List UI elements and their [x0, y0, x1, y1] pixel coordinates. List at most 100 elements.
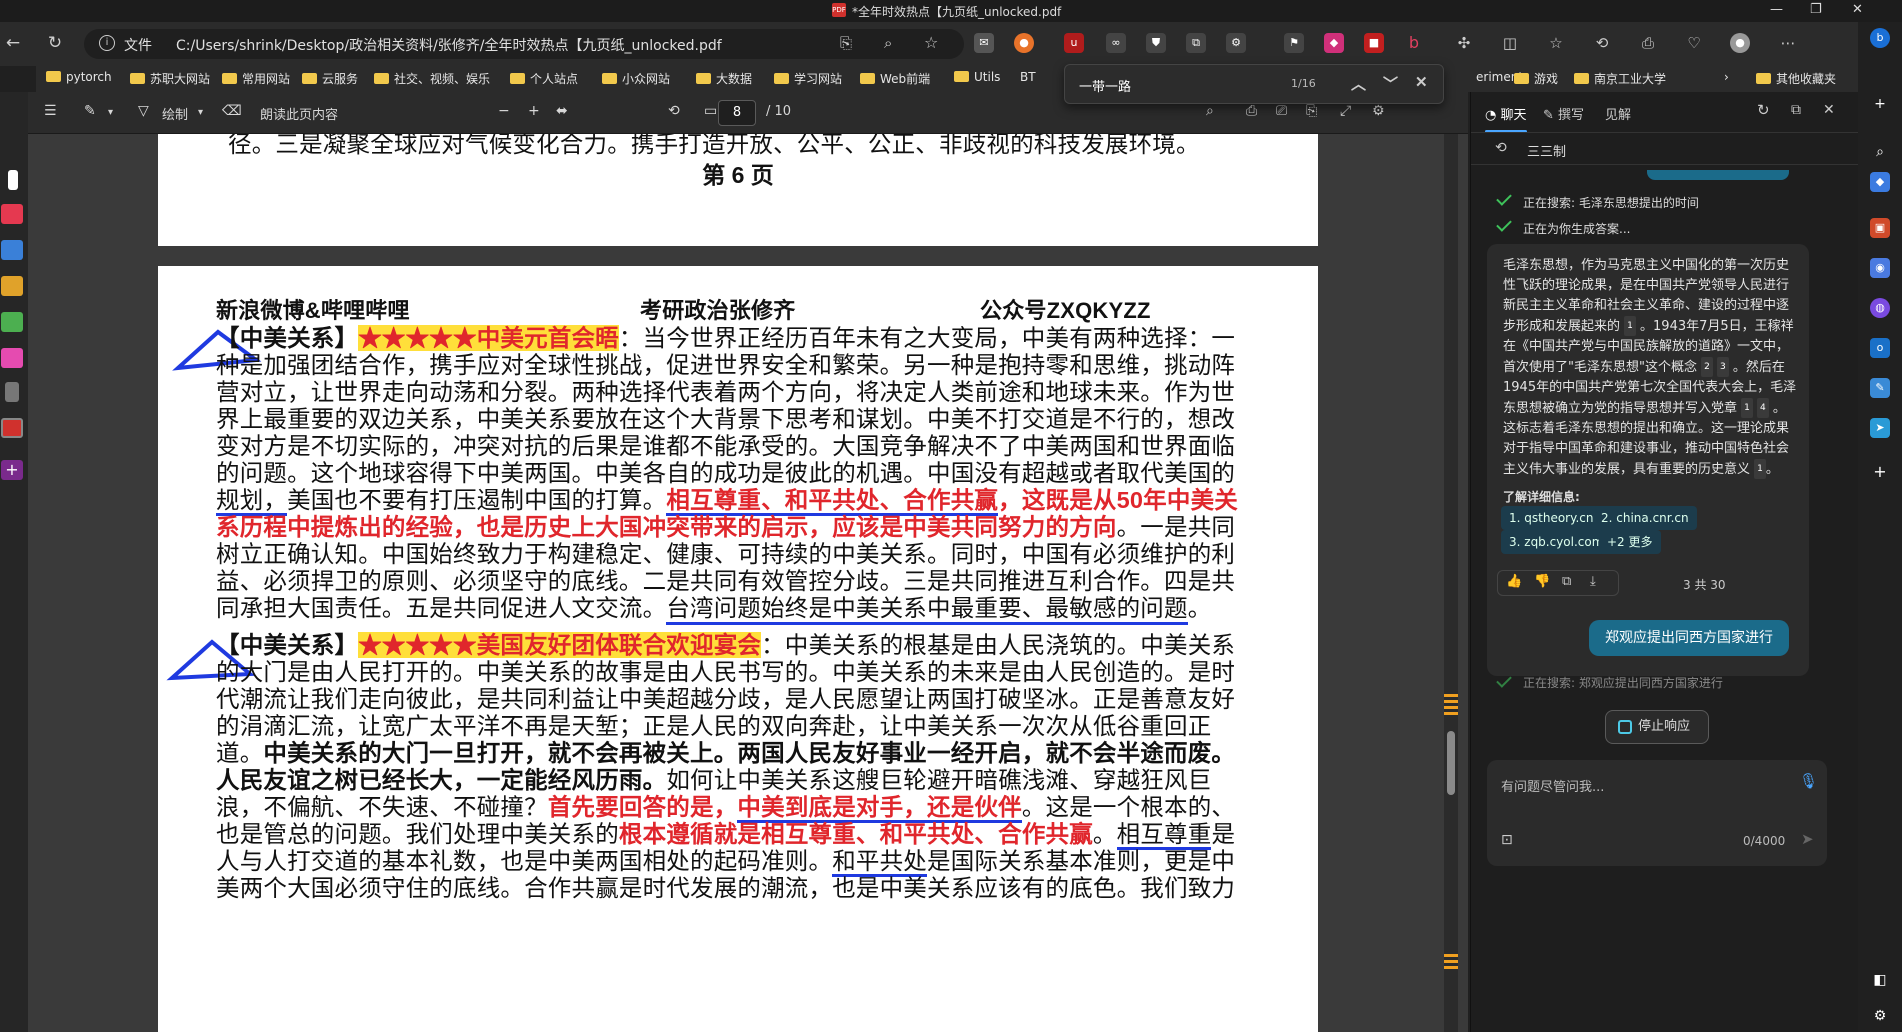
thumbs-up-icon[interactable]: 👍	[1506, 574, 1522, 589]
history-icon[interactable]: ⟲	[1495, 140, 1507, 156]
fullscreen-icon[interactable]: ⤢	[1340, 103, 1351, 119]
split-screen-icon[interactable]: ◫	[1500, 33, 1520, 53]
bookmark-folder[interactable]: pytorch	[46, 70, 112, 84]
contents-icon[interactable]: ☰	[44, 103, 57, 119]
more-sources-link[interactable]: +2 更多	[1599, 530, 1661, 554]
eraser-icon[interactable]: ⌫	[222, 103, 242, 119]
active-pdf-tab-icon[interactable]	[1, 418, 23, 438]
chevron-right-icon[interactable]: ›	[1724, 70, 1729, 84]
bookmark-folder[interactable]: 南京工业大学	[1574, 70, 1666, 87]
print-icon[interactable]: ⎙	[1246, 103, 1257, 119]
extension-firefox-icon[interactable]: ●	[1014, 33, 1034, 53]
answer-text[interactable]: 毛泽东思想，作为马克思主义中国化的第一次历史性飞跃的理论成果，是在中国共产党领导…	[1503, 256, 1797, 480]
read-aloud-button[interactable]: 朗读此页内容	[260, 104, 338, 123]
page-view-icon[interactable]: ▭	[704, 103, 717, 119]
download-icon[interactable]: ⤓	[1590, 574, 1596, 589]
rotate-icon[interactable]: ⟲	[668, 103, 680, 119]
tab-icon[interactable]	[5, 382, 19, 402]
url-text[interactable]: C:/Users/shrink/Desktop/政治相关资料/张修齐/全年时效热…	[176, 35, 722, 55]
refresh-icon[interactable]: ↻	[1757, 101, 1770, 119]
address-bar[interactable]: i 文件 C:/Users/shrink/Desktop/政治相关资料/张修齐/…	[84, 29, 964, 59]
add-app-icon[interactable]: +	[1870, 462, 1890, 482]
extension-pink-icon[interactable]: ◆	[1324, 33, 1344, 53]
new-tab-icon[interactable]: +	[1, 460, 23, 480]
bing-icon[interactable]: b	[1404, 33, 1424, 53]
extension-mail-icon[interactable]: ✉	[974, 33, 994, 53]
info-icon[interactable]: i	[99, 35, 115, 51]
maximize-icon[interactable]: ❐	[1810, 2, 1822, 17]
favorites-icon[interactable]: ☆	[1546, 33, 1566, 53]
zoom-out-icon[interactable]: −	[498, 103, 510, 119]
zoom-icon[interactable]: ⌕	[884, 34, 892, 52]
outlook-icon[interactable]: o	[1870, 338, 1890, 358]
save-as-icon[interactable]: ⎘	[1306, 103, 1317, 119]
tab-icon[interactable]	[8, 170, 18, 190]
tab-icon[interactable]	[1, 348, 23, 368]
microphone-icon[interactable]: 🎙	[1799, 772, 1818, 790]
source-link[interactable]: 3. zqb.cyol.com	[1501, 530, 1612, 554]
extension-puzzle-icon[interactable]: ⚙	[1226, 33, 1246, 53]
sidebar-settings-icon[interactable]: ⚙	[1870, 1006, 1890, 1026]
bookmark-folder[interactable]: 个人站点	[510, 70, 578, 87]
feedback-icon[interactable]: ♡	[1684, 33, 1704, 53]
tab-icon[interactable]	[1, 240, 23, 260]
source-link[interactable]: 2. china.cnr.cn	[1593, 506, 1697, 530]
fit-width-icon[interactable]: ⬌	[556, 103, 568, 119]
office-icon[interactable]: ◍	[1870, 298, 1890, 318]
bookmark-folder[interactable]: 学习网站	[774, 70, 842, 87]
settings-icon[interactable]: ⚙	[1372, 103, 1385, 119]
search-icon[interactable]: ⌕	[1206, 103, 1214, 119]
history-icon[interactable]: ⟲	[1592, 33, 1612, 53]
back-icon[interactable]: ←	[2, 32, 24, 54]
extension-red-icon[interactable]: ■	[1364, 33, 1384, 53]
bookmark-folder[interactable]: 小众网站	[602, 70, 670, 87]
bookmark-folder[interactable]: 游戏	[1514, 70, 1558, 87]
close-panel-icon[interactable]: ✕	[1823, 102, 1835, 118]
tab-icon[interactable]	[1, 204, 23, 224]
refresh-icon[interactable]: ↻	[44, 32, 66, 54]
add-icon[interactable]: +	[1870, 94, 1890, 114]
page-number-input[interactable]: 8	[718, 100, 756, 126]
copilot-icon[interactable]: b	[1870, 28, 1890, 48]
draw-label[interactable]: 绘制	[162, 104, 188, 123]
minimize-icon[interactable]: —	[1770, 2, 1783, 17]
bookmark-folder[interactable]: 其他收藏夹	[1756, 70, 1836, 87]
bookmark-folder[interactable]: 大数据	[696, 70, 752, 87]
read-mode-icon[interactable]: ⎘	[840, 34, 852, 52]
tools-icon[interactable]: ▣	[1870, 218, 1890, 238]
search-icon[interactable]: ⌕	[1870, 142, 1890, 162]
stop-responding-button[interactable]: 停止响应	[1605, 710, 1709, 744]
more-menu-icon[interactable]: ⋯	[1778, 33, 1798, 53]
chevron-down-icon[interactable]: ▾	[108, 107, 113, 118]
designer-icon[interactable]: ✎	[1870, 378, 1890, 398]
scrollbar-thumb[interactable]	[1447, 731, 1455, 795]
screenshot-icon[interactable]: ⎙	[1638, 33, 1658, 53]
bookmark-folder[interactable]: 社交、视频、娱乐	[374, 70, 490, 87]
extension-bookmark-icon[interactable]: ⚑	[1284, 33, 1304, 53]
extension-ublock-icon[interactable]: u	[1064, 33, 1084, 53]
find-input[interactable]: 一带一路	[1079, 76, 1131, 95]
bookmark-folder[interactable]: Utils	[954, 70, 1000, 84]
tab-compose[interactable]: ✎ 撰写	[1543, 104, 1584, 123]
find-next-icon[interactable]: ﹀	[1383, 73, 1398, 94]
thumbs-down-icon[interactable]: 👎	[1534, 574, 1550, 589]
highlight-icon[interactable]: ✎	[84, 103, 96, 119]
tab-icon[interactable]	[1, 312, 23, 332]
zoom-in-icon[interactable]: +	[528, 103, 540, 119]
collections-icon[interactable]: ◆	[1870, 172, 1890, 192]
copy-icon[interactable]: ⧉	[1562, 574, 1571, 589]
favorite-star-icon[interactable]: ☆	[924, 33, 938, 52]
find-close-icon[interactable]: ✕	[1415, 73, 1428, 91]
extension-copy-icon[interactable]: ⧉	[1186, 33, 1206, 53]
draw-icon[interactable]: ▽	[138, 103, 149, 119]
chat-input[interactable]: 有问题尽管问我... 🎙 ⊡ 0/4000 ➤	[1487, 760, 1827, 866]
bookmark-folder[interactable]: 云服务	[302, 70, 358, 87]
save-icon[interactable]: ⎚	[1276, 103, 1287, 119]
open-new-icon[interactable]: ⧉	[1791, 102, 1801, 118]
image-search-icon[interactable]: ⊡	[1501, 832, 1513, 848]
tab-chat[interactable]: ◔ 聊天	[1485, 104, 1527, 133]
bookmark-link[interactable]: BT	[1020, 70, 1036, 84]
chevron-down-icon[interactable]: ▾	[198, 107, 203, 118]
extensions-icon[interactable]: ✣	[1454, 33, 1474, 53]
sidebar-layout-icon[interactable]: ◧	[1870, 970, 1890, 990]
